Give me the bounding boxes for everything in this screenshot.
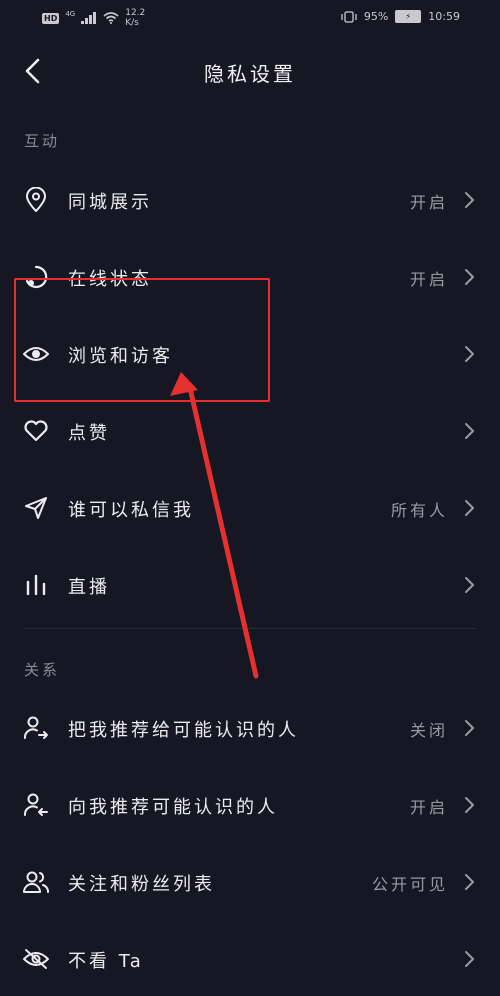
chevron-right-icon [465,720,474,736]
row-dont-see-them[interactable]: 不看 Ta [0,931,500,987]
heart-icon [22,417,50,445]
user-recommend-icon [22,791,50,819]
chevron-right-icon [465,192,474,208]
row-recommend-me-to-others[interactable]: 把我推荐给可能认识的人 关闭 [0,700,500,756]
row-value: 开启 [409,270,448,289]
row-label: 把我推荐给可能认识的人 [68,720,299,741]
row-value: 关闭 [409,721,448,740]
chevron-right-icon [465,423,474,439]
chevron-right-icon [465,874,474,890]
eye-off-icon [22,945,50,973]
vibrate-icon [341,10,357,23]
row-value: 所有人 [390,501,448,520]
location-pin-icon [22,186,50,214]
row-likes[interactable]: 点赞 [0,403,500,459]
row-following-followers-list[interactable]: 关注和粉丝列表 公开可见 [0,854,500,910]
row-label: 点赞 [68,423,110,444]
row-label: 关注和粉丝列表 [68,874,215,895]
row-label: 直播 [68,577,110,598]
signal-icon [81,12,97,24]
send-icon [22,494,50,522]
row-label: 谁可以私信我 [68,500,194,521]
section-divider [24,628,476,629]
battery-icon: ⚡ [395,10,422,23]
speed-unit: K/s [125,18,139,28]
status-right: 95% ⚡ 10:59 [341,10,460,23]
wifi-icon [103,12,119,24]
status-left: HD 4G 12.2 K/s [42,8,145,28]
row-label: 同城展示 [68,192,152,213]
annotation-highlight-box [14,278,270,402]
user-share-icon [22,714,50,742]
network-speed: 12.2 K/s [125,8,145,28]
row-value: 开启 [409,193,448,212]
row-value: 开启 [409,798,448,817]
speed-value: 12.2 [125,8,146,18]
header: 隐私设置 [0,48,500,94]
section-label-interaction: 互动 [24,132,61,150]
page-title: 隐私设置 [204,62,296,86]
chevron-right-icon [465,577,474,593]
row-label: 向我推荐可能认识的人 [68,797,278,818]
live-bars-icon [22,571,50,599]
row-recommend-others-to-me[interactable]: 向我推荐可能认识的人 开启 [0,777,500,833]
row-live[interactable]: 直播 [0,557,500,613]
chevron-right-icon [465,346,474,362]
section-label-relationship: 关系 [24,661,61,679]
status-bar: HD 4G 12.2 K/s 95% ⚡ 10:59 [0,0,500,40]
chevron-right-icon [465,797,474,813]
battery-percent: 95% [363,10,389,23]
row-label: 不看 Ta [68,951,144,972]
row-who-can-message[interactable]: 谁可以私信我 所有人 [0,480,500,536]
chevron-right-icon [465,269,474,285]
clock: 10:59 [428,10,460,23]
chevron-right-icon [465,951,474,967]
hd-badge: HD [42,12,60,24]
row-nearby-display[interactable]: 同城展示 开启 [0,172,500,228]
network-type: 4G [65,10,76,18]
row-value: 公开可见 [371,875,448,894]
users-icon [22,868,50,896]
chevron-right-icon [465,500,474,516]
